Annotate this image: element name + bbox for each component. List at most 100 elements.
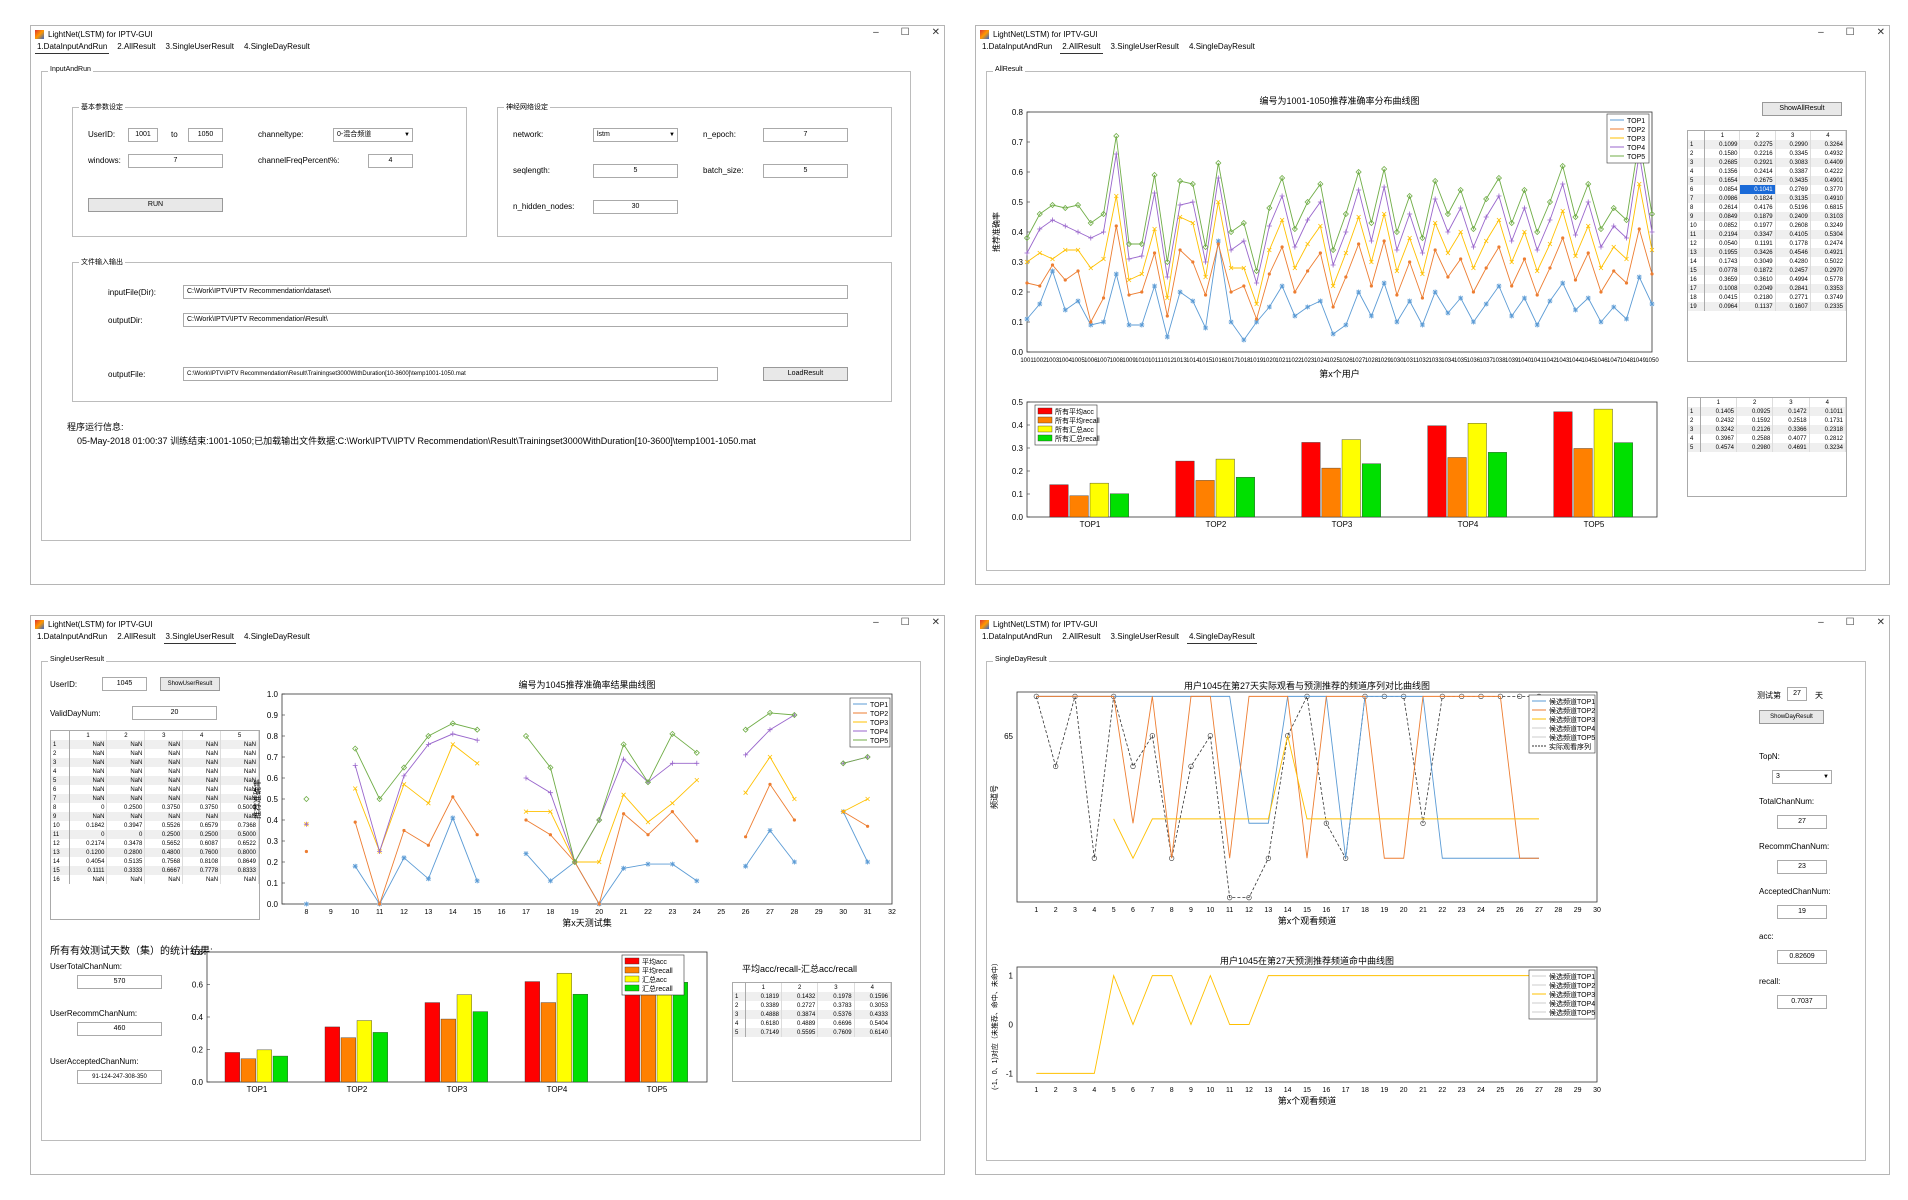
table-cell[interactable]: NaN bbox=[144, 785, 184, 794]
table-cell[interactable]: 0.1778 bbox=[1775, 239, 1811, 248]
table-cell[interactable]: 0.4222 bbox=[1810, 167, 1846, 176]
minimize-icon[interactable]: – bbox=[873, 27, 879, 38]
table-cell[interactable]: 0.1607 bbox=[1775, 302, 1811, 311]
table-cell[interactable]: 0.4901 bbox=[1810, 176, 1846, 185]
table-cell[interactable]: NaN bbox=[182, 776, 222, 785]
table-cell[interactable]: NaN bbox=[182, 812, 222, 821]
table-cell[interactable]: NaN bbox=[69, 794, 108, 803]
table-cell[interactable]: 0.3947 bbox=[106, 821, 146, 830]
close-icon[interactable]: ✕ bbox=[1877, 617, 1885, 628]
table-cell[interactable]: NaN bbox=[182, 758, 222, 767]
tab-data-input[interactable]: 1.DataInputAndRun bbox=[35, 42, 110, 54]
table-cell[interactable]: 0.1654 bbox=[1704, 176, 1741, 185]
table-cell[interactable]: 0 bbox=[106, 830, 146, 839]
table-row[interactable]: 8 0.2614 0.4176 0.5196 0.6815 bbox=[1688, 203, 1846, 212]
table-cell[interactable]: 0.1978 bbox=[817, 992, 855, 1001]
table-cell[interactable]: 0.4105 bbox=[1775, 230, 1811, 239]
table-cell[interactable]: 0.1819 bbox=[745, 992, 783, 1001]
table-cell[interactable]: 0.3610 bbox=[1739, 275, 1776, 284]
table-cell[interactable]: 0.3234 bbox=[1809, 443, 1846, 452]
table-cell[interactable]: NaN bbox=[144, 758, 184, 767]
table-cell[interactable]: 0.8108 bbox=[182, 857, 222, 866]
maximize-icon[interactable]: ☐ bbox=[901, 617, 910, 628]
table-cell[interactable]: 0.2174 bbox=[69, 839, 108, 848]
minimize-icon[interactable]: – bbox=[1818, 27, 1824, 38]
table-cell[interactable]: 0.2841 bbox=[1775, 284, 1811, 293]
table-cell[interactable]: NaN bbox=[182, 767, 222, 776]
table-row[interactable]: 8 0 0.2500 0.3750 0.3750 0.5000 bbox=[51, 803, 259, 812]
table-cell[interactable]: 0.6815 bbox=[1810, 203, 1846, 212]
table-cell[interactable]: 0.5376 bbox=[817, 1010, 855, 1019]
table-cell[interactable]: 0.0778 bbox=[1704, 266, 1741, 275]
table-cell[interactable]: 0.3333 bbox=[106, 866, 146, 875]
table-row[interactable]: 15 0.0778 0.1872 0.2457 0.2970 bbox=[1688, 266, 1846, 275]
table-cell[interactable]: 0.3387 bbox=[1775, 167, 1811, 176]
table-cell[interactable]: 0.3750 bbox=[182, 803, 222, 812]
table-cell[interactable]: 0.1955 bbox=[1704, 248, 1741, 257]
table-cell[interactable]: 0.2432 bbox=[1700, 416, 1738, 425]
table-row[interactable]: 3 0.4888 0.3874 0.5376 0.4333 bbox=[733, 1010, 891, 1019]
table-cell[interactable]: NaN bbox=[106, 812, 146, 821]
table-cell[interactable]: NaN bbox=[69, 785, 108, 794]
table-cell[interactable]: 0.6579 bbox=[182, 821, 222, 830]
table-cell[interactable]: 0.2588 bbox=[1736, 434, 1774, 443]
table-cell[interactable]: 0.2049 bbox=[1739, 284, 1776, 293]
table-row[interactable]: 2 0.1580 0.2216 0.3345 0.4932 bbox=[1688, 149, 1846, 158]
run-button[interactable]: RUN bbox=[88, 198, 223, 212]
network-select[interactable]: lstm ▼ bbox=[593, 128, 678, 142]
table-cell[interactable]: 0.0852 bbox=[1704, 221, 1741, 230]
all-summary-table[interactable]: 1 2 3 4 1 0.1405 0.0925 0.1472 0.1011 2 0.2432 0.15… bbox=[1687, 397, 1847, 497]
table-cell[interactable]: 0.2921 bbox=[1739, 158, 1776, 167]
table-cell[interactable]: 0.3049 bbox=[1739, 257, 1776, 266]
table-cell[interactable]: 0.5135 bbox=[106, 857, 146, 866]
table-cell[interactable]: 0.3249 bbox=[1810, 221, 1846, 230]
table-row[interactable]: 4 0.6180 0.4889 0.6696 0.5404 bbox=[733, 1019, 891, 1028]
hidden-input[interactable]: 30 bbox=[593, 200, 678, 214]
tab-single-day[interactable]: 4.SingleDayResult bbox=[1187, 632, 1257, 644]
tab-all-result[interactable]: 2.AllResult bbox=[1060, 632, 1102, 644]
table-cell[interactable]: 0.3103 bbox=[1810, 212, 1846, 221]
table-cell[interactable]: 0.1879 bbox=[1739, 212, 1776, 221]
table-cell[interactable]: 0 bbox=[69, 803, 108, 812]
table-cell[interactable]: 0.4574 bbox=[1700, 443, 1738, 452]
table-cell[interactable]: 0.1008 bbox=[1704, 284, 1741, 293]
table-cell[interactable]: 0.6087 bbox=[182, 839, 222, 848]
table-cell[interactable]: 0.3783 bbox=[817, 1001, 855, 1010]
table-row[interactable]: 13 0.1955 0.3426 0.4546 0.4921 bbox=[1688, 248, 1846, 257]
table-cell[interactable]: 0.4888 bbox=[745, 1010, 783, 1019]
userid-to-input[interactable]: 1050 bbox=[188, 128, 223, 142]
table-row[interactable]: 5 NaN NaN NaN NaN NaN bbox=[51, 776, 259, 785]
table-cell[interactable]: 0.1592 bbox=[1736, 416, 1774, 425]
table-cell[interactable]: 0.7600 bbox=[182, 848, 222, 857]
table-cell[interactable]: NaN bbox=[182, 785, 222, 794]
table-cell[interactable]: 0 bbox=[69, 830, 108, 839]
table-row[interactable]: 3 0.3242 0.2126 0.3366 0.2318 bbox=[1688, 425, 1846, 434]
table-cell[interactable]: 0.3478 bbox=[106, 839, 146, 848]
table-cell[interactable]: 0.3750 bbox=[144, 803, 184, 812]
table-cell[interactable]: 0.2608 bbox=[1775, 221, 1811, 230]
show-day-result-button[interactable]: ShowDayResult bbox=[1759, 710, 1824, 724]
table-cell[interactable]: NaN bbox=[144, 776, 184, 785]
minimize-icon[interactable]: – bbox=[873, 617, 879, 628]
table-cell[interactable]: 0.1200 bbox=[69, 848, 108, 857]
table-cell[interactable]: 0.0854 bbox=[1704, 185, 1741, 194]
table-cell[interactable]: 0.1596 bbox=[854, 992, 891, 1001]
maximize-icon[interactable]: ☐ bbox=[1846, 617, 1855, 628]
tab-single-day[interactable]: 4.SingleDayResult bbox=[242, 42, 312, 54]
table-cell[interactable]: 0.4176 bbox=[1739, 203, 1776, 212]
table-cell[interactable]: 0.1041 bbox=[1739, 185, 1776, 194]
table-cell[interactable]: NaN bbox=[106, 758, 146, 767]
table-cell[interactable]: 0.3659 bbox=[1704, 275, 1741, 284]
total-input[interactable]: 570 bbox=[77, 975, 162, 989]
table-row[interactable]: 4 NaN NaN NaN NaN NaN bbox=[51, 767, 259, 776]
recomm-input[interactable]: 460 bbox=[77, 1022, 162, 1036]
table-cell[interactable]: 0.2518 bbox=[1772, 416, 1810, 425]
table-cell[interactable]: 0.0540 bbox=[1704, 239, 1741, 248]
table-cell[interactable]: 0.2180 bbox=[1739, 293, 1776, 302]
table-cell[interactable]: 0.6140 bbox=[854, 1028, 891, 1037]
table-cell[interactable]: 0.4280 bbox=[1775, 257, 1811, 266]
table-cell[interactable]: 0.4409 bbox=[1810, 158, 1846, 167]
table-cell[interactable]: NaN bbox=[106, 875, 146, 884]
table-cell[interactable]: 0.2194 bbox=[1704, 230, 1741, 239]
table-cell[interactable]: 0.5304 bbox=[1810, 230, 1846, 239]
